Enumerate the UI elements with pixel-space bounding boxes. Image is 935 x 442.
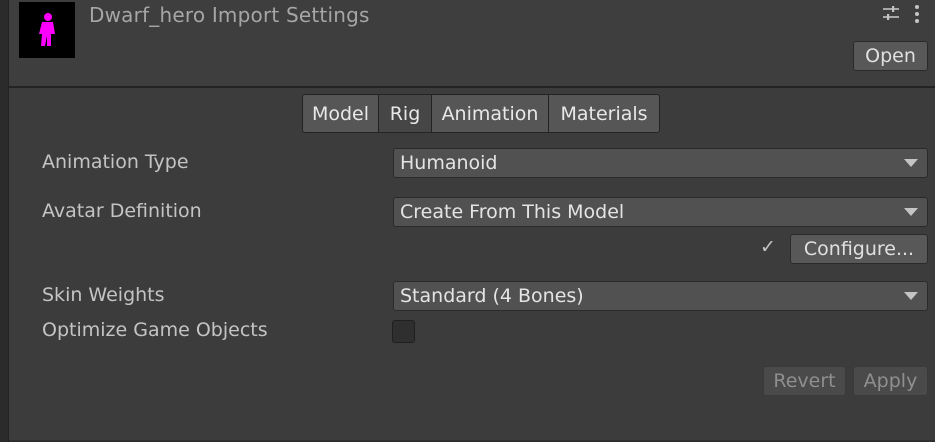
inspector-window: Dwarf_hero Import Settings Open Model Ri…	[0, 0, 935, 442]
chevron-down-icon	[904, 292, 918, 300]
apply-button[interactable]: Apply	[853, 366, 928, 396]
tab-model[interactable]: Model	[302, 94, 379, 133]
more-vertical-icon[interactable]	[913, 4, 921, 29]
avatar-definition-value: Create From This Model	[400, 201, 625, 223]
import-tabs: Model Rig Animation Materials	[302, 94, 660, 133]
avatar-definition-label: Avatar Definition	[42, 200, 202, 222]
import-settings-header: Dwarf_hero Import Settings Open	[9, 0, 935, 88]
skin-weights-value: Standard (4 Bones)	[400, 285, 584, 307]
animation-type-dropdown[interactable]: Humanoid	[393, 148, 928, 178]
optimize-game-objects-checkbox[interactable]	[392, 320, 415, 343]
skin-weights-label: Skin Weights	[42, 284, 165, 306]
open-button[interactable]: Open	[853, 41, 928, 71]
tab-animation[interactable]: Animation	[431, 94, 549, 133]
revert-button[interactable]: Revert	[763, 366, 846, 396]
left-panel-edge	[0, 0, 9, 442]
chevron-down-icon	[904, 159, 918, 167]
check-icon: ✓	[760, 236, 776, 258]
avatar-definition-dropdown[interactable]: Create From This Model	[393, 197, 928, 227]
tab-rig[interactable]: Rig	[378, 94, 432, 133]
model-thumbnail-icon	[19, 2, 75, 58]
animation-type-value: Humanoid	[400, 152, 498, 174]
page-title: Dwarf_hero Import Settings	[89, 3, 370, 27]
sliders-icon[interactable]	[882, 4, 900, 27]
tab-materials[interactable]: Materials	[548, 94, 660, 133]
chevron-down-icon	[904, 208, 918, 216]
animation-type-label: Animation Type	[42, 151, 189, 173]
optimize-game-objects-label: Optimize Game Objects	[42, 319, 268, 341]
skin-weights-dropdown[interactable]: Standard (4 Bones)	[393, 281, 928, 311]
configure-button[interactable]: Configure...	[790, 234, 928, 264]
